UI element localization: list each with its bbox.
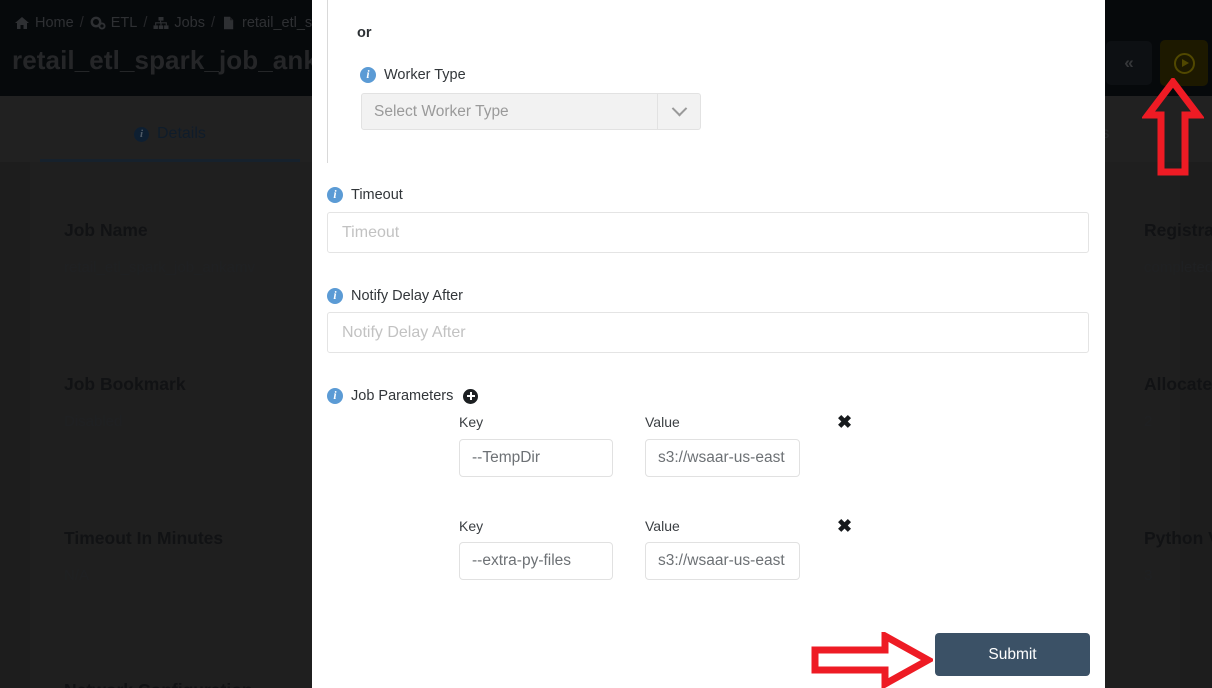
worker-type-label: i Worker Type [360,67,466,83]
value-column-header: Value [645,414,680,430]
info-icon[interactable]: i [327,288,343,304]
edit-job-modal: or i Worker Type Select Worker Type i Ti… [312,0,1105,688]
job-parameter-key-input[interactable] [459,439,613,477]
or-separator-label: or [357,25,372,41]
label-text: Timeout [351,187,403,203]
info-icon[interactable]: i [360,67,376,83]
worker-type-select[interactable]: Select Worker Type [361,93,701,130]
screen-root: Home / ETL / Jobs / [0,0,1212,688]
worker-type-placeholder: Select Worker Type [374,102,509,120]
timeout-label: i Timeout [327,187,403,203]
info-icon[interactable]: i [327,388,343,404]
job-parameter-value-input[interactable] [645,542,800,580]
job-parameters-label: i Job Parameters [327,388,479,404]
info-icon[interactable]: i [327,187,343,203]
timeout-input[interactable] [327,212,1089,253]
remove-job-parameter-button[interactable]: ✖ [837,413,852,431]
key-column-header: Key [459,518,484,534]
plus-circle-icon[interactable] [463,388,479,404]
label-text: Notify Delay After [351,288,464,304]
section-divider [327,0,328,163]
submit-button[interactable]: Submit [935,633,1090,676]
job-parameter-value-input[interactable] [645,439,800,477]
notify-delay-after-label: i Notify Delay After [327,288,463,304]
job-parameter-key-input[interactable] [459,542,613,580]
label-text: Worker Type [384,67,466,83]
chevron-down-icon[interactable] [658,100,700,117]
remove-job-parameter-button[interactable]: ✖ [837,517,852,535]
value-column-header: Value [645,518,680,534]
label-text: Job Parameters [351,388,454,404]
notify-delay-after-input[interactable] [327,312,1089,353]
key-column-header: Key [459,414,484,430]
